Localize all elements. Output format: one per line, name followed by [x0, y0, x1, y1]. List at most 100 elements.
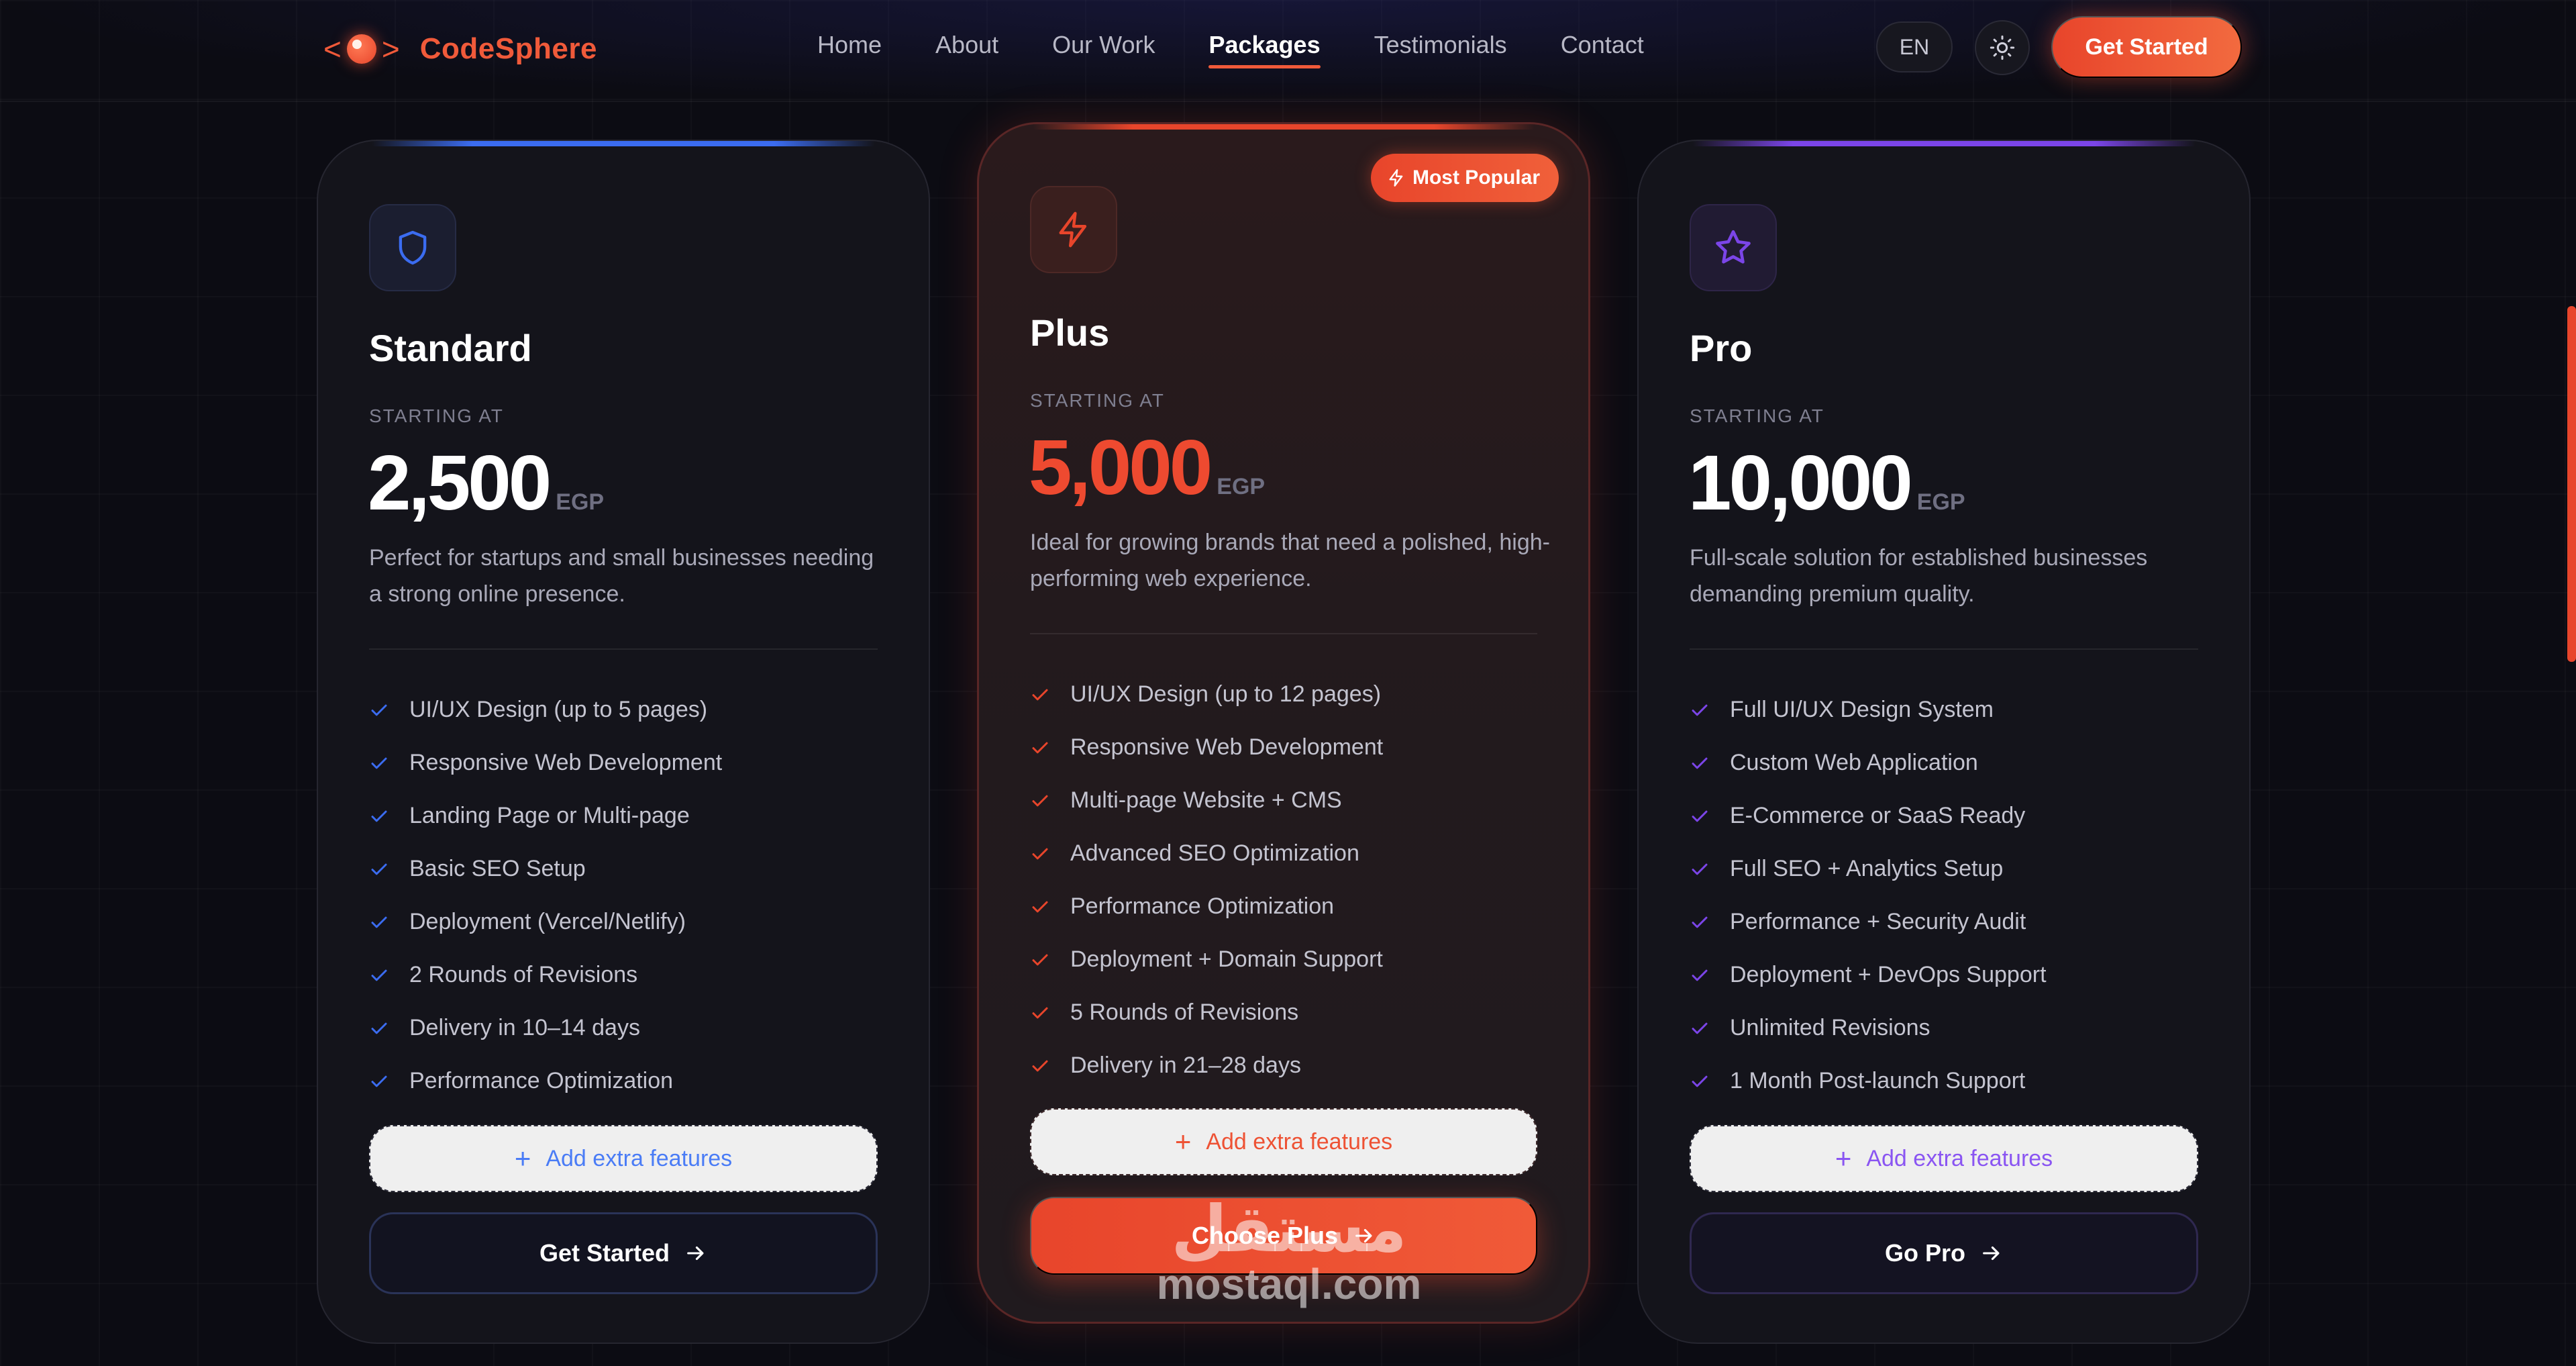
feature-item: Deployment (Vercel/Netlify)	[369, 895, 722, 948]
navbar: < > CodeSphere Home About Our Work Packa…	[0, 0, 2576, 102]
theme-toggle-button[interactable]	[1975, 20, 2030, 75]
feature-item: 1 Month Post-launch Support	[1690, 1055, 2047, 1108]
feature-label: Landing Page or Multi-page	[409, 803, 690, 828]
lightning-icon	[1389, 169, 1403, 187]
starting-at-label: STARTING AT	[1030, 390, 1165, 411]
feature-item: Delivery in 21–28 days	[1030, 1039, 1383, 1092]
feature-item: Landing Page or Multi-page	[369, 789, 722, 842]
check-icon	[371, 704, 387, 716]
package-price: 2,500	[368, 439, 552, 526]
nav-link-packages[interactable]: Packages	[1208, 31, 1321, 68]
feature-label: UI/UX Design (up to 5 pages)	[409, 697, 708, 722]
check-icon	[1692, 969, 1708, 981]
feature-item: Delivery in 10–14 days	[369, 1002, 722, 1055]
feature-label: Performance + Security Audit	[1730, 909, 2026, 934]
package-card-plus: Most Popular Plus STARTING AT 5,000 EGP …	[977, 122, 1590, 1324]
badge-label: Most Popular	[1412, 166, 1540, 189]
logo-bracket-left: <	[323, 32, 342, 66]
feature-item: UI/UX Design (up to 12 pages)	[1030, 668, 1383, 721]
card-top-accent	[1692, 141, 2196, 146]
feature-label: 2 Rounds of Revisions	[409, 962, 638, 987]
nav-link-our-work[interactable]: Our Work	[1052, 31, 1155, 68]
package-icon-box	[1030, 186, 1117, 273]
get-started-nav-button[interactable]: Get Started	[2051, 16, 2242, 78]
feature-label: Responsive Web Development	[1070, 734, 1384, 760]
scrollbar-thumb[interactable]	[2567, 306, 2576, 662]
feature-label: Full UI/UX Design System	[1730, 697, 1994, 722]
feature-list: UI/UX Design (up to 12 pages) Responsive…	[1030, 668, 1383, 1092]
feature-item: Deployment + DevOps Support	[1690, 948, 2047, 1002]
feature-label: Custom Web Application	[1730, 750, 1978, 775]
package-name: Standard	[369, 327, 532, 369]
feature-item: Full UI/UX Design System	[1690, 683, 2047, 736]
add-extra-features-label: Add extra features	[546, 1145, 733, 1171]
nav-link-testimonials[interactable]: Testimonials	[1374, 31, 1507, 68]
sun-icon	[1990, 35, 2015, 60]
logo-orb-icon	[346, 34, 376, 64]
go-pro-button[interactable]: Go Pro	[1690, 1212, 2198, 1294]
nav-link-about[interactable]: About	[935, 31, 998, 68]
feature-label: Basic SEO Setup	[409, 856, 586, 881]
card-top-accent	[1033, 124, 1535, 130]
logo-name: CodeSphere	[419, 32, 597, 65]
nav-link-contact[interactable]: Contact	[1561, 31, 1644, 68]
check-icon	[371, 916, 387, 928]
card-top-accent	[372, 141, 875, 146]
feature-item: Unlimited Revisions	[1690, 1002, 2047, 1055]
divider	[1690, 648, 2198, 650]
feature-item: Full SEO + Analytics Setup	[1690, 842, 2047, 895]
check-icon	[1032, 954, 1048, 965]
feature-item: Basic SEO Setup	[369, 842, 722, 895]
shield-icon	[399, 230, 427, 265]
get-started-label: Get Started	[539, 1239, 670, 1267]
feature-label: Deployment + Domain Support	[1070, 946, 1383, 972]
feature-label: E-Commerce or SaaS Ready	[1730, 803, 2026, 828]
package-description: Perfect for startups and small businesse…	[369, 545, 874, 607]
feature-label: Performance Optimization	[1070, 893, 1335, 919]
language-button[interactable]: EN	[1876, 21, 1953, 72]
choose-plus-button[interactable]: Choose Plus	[1030, 1197, 1537, 1275]
lightning-icon	[1059, 211, 1087, 248]
add-extra-features-button[interactable]: + Add extra features	[1690, 1125, 2198, 1192]
star-icon	[1716, 230, 1751, 264]
check-icon	[1692, 1022, 1708, 1034]
feature-item: 5 Rounds of Revisions	[1030, 986, 1383, 1039]
feature-item: Custom Web Application	[1690, 736, 2047, 789]
check-icon	[1032, 689, 1048, 700]
feature-list: UI/UX Design (up to 5 pages) Responsive …	[369, 683, 722, 1108]
package-description: Ideal for growing brands that need a pol…	[1030, 530, 1550, 591]
check-icon	[1692, 863, 1708, 875]
feature-label: Delivery in 10–14 days	[409, 1015, 640, 1040]
add-extra-features-button[interactable]: + Add extra features	[1030, 1108, 1537, 1175]
go-pro-label: Go Pro	[1884, 1239, 1965, 1267]
package-name: Pro	[1690, 327, 1753, 369]
feature-label: Performance Optimization	[409, 1068, 674, 1093]
check-icon	[371, 1075, 387, 1087]
check-icon	[1692, 810, 1708, 822]
get-started-button[interactable]: Get Started	[369, 1212, 878, 1294]
price-currency: EGP	[1217, 474, 1266, 499]
starting-at-label: STARTING AT	[369, 405, 504, 426]
feature-label: Unlimited Revisions	[1730, 1015, 1930, 1040]
logo-bracket-right: >	[381, 32, 400, 66]
price-row: 2,500 EGP	[368, 438, 604, 528]
feature-label: UI/UX Design (up to 12 pages)	[1070, 681, 1382, 707]
feature-item: Multi-page Website + CMS	[1030, 774, 1383, 827]
feature-item: Performance + Security Audit	[1690, 895, 2047, 948]
check-icon	[371, 757, 387, 769]
logo[interactable]: < > CodeSphere	[323, 26, 597, 72]
feature-label: Delivery in 21–28 days	[1070, 1053, 1301, 1078]
check-icon	[1032, 901, 1048, 912]
plus-icon: +	[1835, 1142, 1852, 1174]
check-icon	[1692, 916, 1708, 928]
add-extra-features-button[interactable]: + Add extra features	[369, 1125, 878, 1192]
package-name: Plus	[1030, 311, 1110, 354]
feature-item: Performance Optimization	[369, 1055, 722, 1108]
add-extra-features-label: Add extra features	[1206, 1128, 1393, 1155]
check-icon	[371, 810, 387, 822]
nav-link-home[interactable]: Home	[817, 31, 882, 68]
arrow-right-icon	[1355, 1228, 1372, 1243]
feature-label: 1 Month Post-launch Support	[1730, 1068, 2026, 1093]
check-icon	[371, 1022, 387, 1034]
plus-icon: +	[1174, 1126, 1192, 1157]
